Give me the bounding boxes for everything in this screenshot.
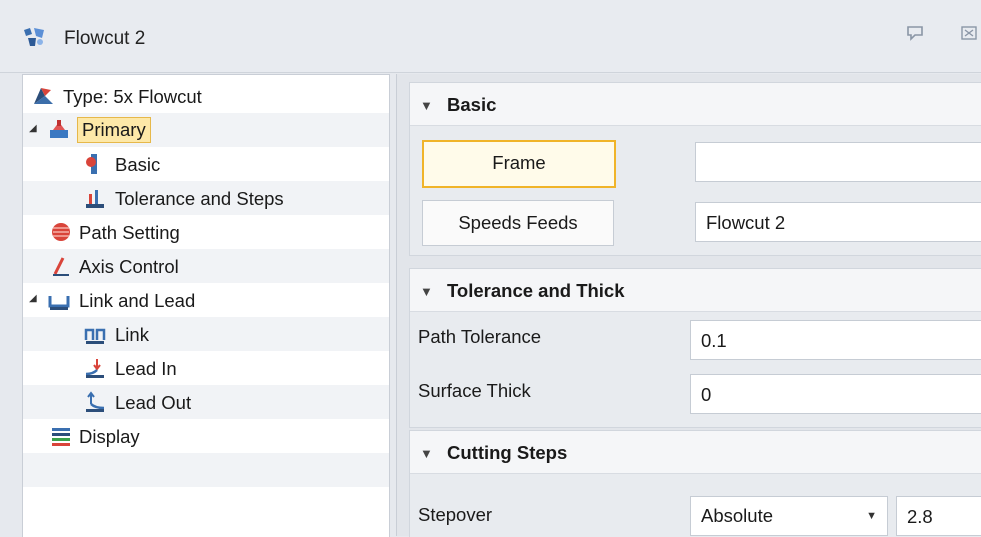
stepover-label: Stepover — [418, 504, 493, 525]
parameter-panel: ▼ Basic Frame Speeds Feeds Flowcut 2 ▼ T… — [396, 74, 981, 537]
tree-item-label: Link — [115, 324, 149, 345]
tree-item-label: Lead In — [115, 358, 177, 379]
tree-item-label: Type: 5x Flowcut — [63, 86, 202, 107]
tree-item-link-and-lead[interactable]: ◢ Link and Lead — [23, 283, 389, 317]
lead-out-icon — [86, 391, 105, 412]
speeds-feeds-button[interactable]: Speeds Feeds — [422, 200, 614, 246]
tree-item-lead-in[interactable]: Lead In — [23, 351, 389, 385]
stepover-value-input[interactable]: 2.8 — [896, 496, 981, 536]
tree-item-label: Primary — [77, 117, 151, 143]
comment-icon[interactable] — [904, 24, 926, 46]
cutting-steps-section-header[interactable]: ▼ Cutting Steps — [410, 431, 981, 474]
stepover-mode-select[interactable]: Absolute ▼ — [690, 496, 888, 536]
dropdown-arrow-icon[interactable]: ▼ — [866, 497, 877, 535]
basic-section-header[interactable]: ▼ Basic — [410, 83, 981, 126]
path-setting-icon — [52, 223, 70, 241]
lead-in-icon — [85, 359, 104, 378]
speeds-feeds-field[interactable]: Flowcut 2 — [695, 202, 981, 242]
tree-item-link[interactable]: Link — [23, 317, 389, 351]
tree-item-label: Path Setting — [79, 222, 180, 243]
path-tolerance-input[interactable]: 0.1 — [690, 320, 981, 360]
tolerance-steps-icon — [86, 190, 104, 208]
basic-section: ▼ Basic Frame Speeds Feeds Flowcut 2 — [409, 82, 981, 256]
frame-field[interactable] — [695, 142, 981, 182]
tolerance-section-body: Path Tolerance 0.1 Surface Thick 0 — [410, 312, 981, 427]
type-icon — [34, 88, 53, 104]
basic-section-body: Frame Speeds Feeds Flowcut 2 — [410, 126, 981, 255]
tree-item-tolerance-steps[interactable]: Tolerance and Steps — [23, 181, 389, 215]
tree-item-basic[interactable]: Basic — [23, 147, 389, 181]
tree-item-label: Link and Lead — [79, 290, 196, 311]
tree-item-label: Basic — [115, 154, 161, 175]
expand-triangle-icon[interactable]: ▼ — [420, 284, 433, 299]
parameter-tree: Type: 5x Flowcut ◢ Primary Basic Toleran… — [22, 74, 390, 537]
surface-thick-input[interactable]: 0 — [690, 374, 981, 414]
link-and-lead-icon — [48, 296, 70, 310]
tree-item-lead-out[interactable]: Lead Out — [23, 385, 389, 419]
tree-item-axis-control[interactable]: Axis Control — [23, 249, 389, 283]
tree-item-type[interactable]: Type: 5x Flowcut — [23, 79, 389, 113]
close-icon[interactable] — [958, 24, 980, 46]
link-icon — [84, 328, 106, 344]
section-title: Basic — [447, 94, 497, 115]
tree-empty-row — [23, 453, 389, 487]
tree-item-primary[interactable]: ◢ Primary — [23, 113, 389, 147]
flowcut-app-icon — [24, 28, 44, 46]
axis-control-icon — [53, 257, 69, 276]
collapse-icon[interactable]: ◢ — [29, 124, 39, 134]
display-icon — [52, 428, 70, 446]
surface-thick-label: Surface Thick — [418, 380, 531, 401]
tree-item-label: Axis Control — [79, 256, 179, 277]
expand-triangle-icon[interactable]: ▼ — [420, 98, 433, 113]
expand-triangle-icon[interactable]: ▼ — [420, 446, 433, 461]
title-bar: Flowcut 2 — [0, 0, 981, 73]
tolerance-section: ▼ Tolerance and Thick Path Tolerance 0.1… — [409, 268, 981, 428]
cutting-steps-section: ▼ Cutting Steps Stepover Absolute ▼ 2.8 — [409, 430, 981, 537]
collapse-icon[interactable]: ◢ — [29, 294, 39, 304]
section-title: Tolerance and Thick — [447, 280, 625, 301]
section-title: Cutting Steps — [447, 442, 568, 463]
basic-icon — [86, 154, 97, 174]
tree-item-path-setting[interactable]: Path Setting — [23, 215, 389, 249]
tree-item-label: Tolerance and Steps — [115, 188, 284, 209]
window-title: Flowcut 2 — [64, 28, 146, 49]
cutting-steps-section-body: Stepover Absolute ▼ 2.8 — [410, 474, 981, 537]
frame-button[interactable]: Frame — [422, 140, 616, 188]
tree-item-display[interactable]: Display — [23, 419, 389, 453]
stepover-mode-value: Absolute — [701, 505, 773, 526]
primary-icon — [50, 120, 68, 138]
tree-item-label: Display — [79, 426, 140, 447]
tree-item-label: Lead Out — [115, 392, 192, 413]
path-tolerance-label: Path Tolerance — [418, 326, 542, 347]
tolerance-section-header[interactable]: ▼ Tolerance and Thick — [410, 269, 981, 312]
